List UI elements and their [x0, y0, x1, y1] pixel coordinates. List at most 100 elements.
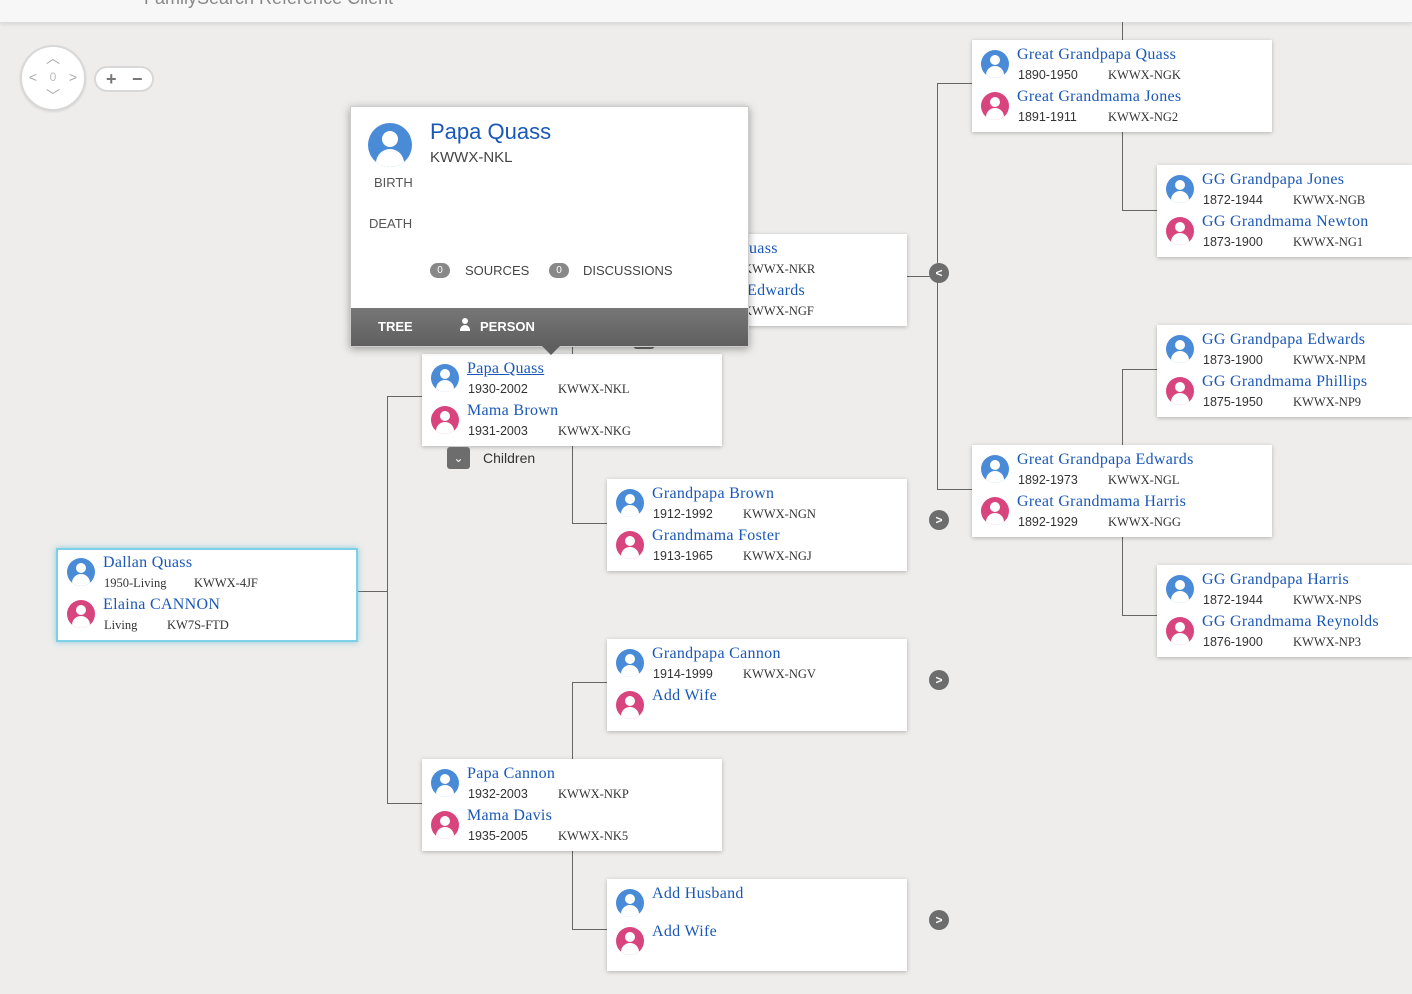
connector [937, 83, 972, 84]
person-id: KWWX-4JF [194, 576, 258, 590]
female-avatar-icon [431, 406, 459, 434]
person-id: KWWX-NKG [558, 424, 631, 438]
pan-center-label[interactable]: 0 [46, 70, 60, 84]
person-id: KWWX-NPM [1293, 353, 1366, 367]
wife-row: Great Grandmama Jones 1891-1911 KWWX-NG2 [972, 86, 1272, 128]
person-name-link[interactable]: Mama Davis [467, 807, 552, 825]
couple-card-gg-grandpapa-jones[interactable]: GG Grandpapa Jones 1872-1944 KWWX-NGB GG… [1157, 165, 1412, 257]
person-name-link[interactable]: Great Grandpapa Quass [1017, 46, 1176, 64]
person-name-link[interactable]: uass [749, 240, 778, 258]
person-id: KWWX-NPS [1293, 593, 1362, 607]
wife-row: Mama Davis 1935-2005 KWWX-NK5 [422, 805, 722, 847]
person-id: KWWX-NG1 [1293, 235, 1364, 249]
male-avatar-icon [431, 769, 459, 797]
person-name-link[interactable]: Papa Quass [467, 360, 544, 378]
person-name-link[interactable]: Dallan Quass [103, 554, 192, 572]
person-name-link[interactable]: Elaina CANNON [103, 596, 220, 614]
couple-card-papa-quass[interactable]: Papa Quass 1930-2002 KWWX-NKL Mama Brown… [422, 354, 722, 446]
popup-pointer [542, 346, 560, 355]
collapse-ancestors-button[interactable]: < [929, 263, 949, 283]
husband-row: Great Grandpapa Quass 1890-1950 KWWX-NGK [972, 44, 1272, 86]
pan-left-icon[interactable]: < [26, 70, 40, 84]
person-id: KWWX-NKP [558, 787, 629, 801]
expand-ancestors-button[interactable]: > [929, 910, 949, 930]
person-lifespan: Living [104, 618, 138, 632]
husband-row: Grandpapa Cannon 1914-1999 KWWX-NGV [607, 643, 907, 685]
connector [1122, 131, 1123, 211]
add-husband-link[interactable]: Add Husband [652, 885, 744, 903]
couple-card-root[interactable]: Dallan Quass 1950-Living KWWX-4JF Elaina… [56, 548, 358, 642]
children-label[interactable]: Children [483, 450, 535, 466]
couple-card-grandpapa-cannon[interactable]: Grandpapa Cannon 1914-1999 KWWX-NGV Add … [607, 639, 907, 731]
couple-card-great-grandpapa-quass[interactable]: Great Grandpapa Quass 1890-1950 KWWX-NGK… [972, 40, 1272, 132]
birth-label: BIRTH [374, 175, 413, 190]
discussions-link[interactable]: DISCUSSIONS [583, 263, 673, 278]
popup-person-name[interactable]: Papa Quass [430, 119, 551, 145]
male-avatar-icon [1166, 175, 1194, 203]
connector [387, 396, 388, 804]
person-lifespan: 1890-1950 [1018, 68, 1078, 82]
person-lifespan: 1875-1950 [1203, 395, 1263, 409]
husband-row: Dallan Quass 1950-Living KWWX-4JF [58, 552, 356, 594]
couple-card-great-grandpapa-edwards[interactable]: Great Grandpapa Edwards 1892-1973 KWWX-N… [972, 445, 1272, 537]
wife-row: Great Grandmama Harris 1892-1929 KWWX-NG… [972, 491, 1272, 533]
person-name-link[interactable]: GG Grandmama Newton [1202, 213, 1369, 231]
person-name-link[interactable]: Great Grandmama Jones [1017, 88, 1181, 106]
husband-row: GG Grandpapa Jones 1872-1944 KWWX-NGB [1157, 169, 1412, 211]
person-name-link[interactable]: Grandmama Foster [652, 527, 780, 545]
person-name-link[interactable]: Papa Cannon [467, 765, 555, 783]
person-name-link[interactable]: GG Grandmama Reynolds [1202, 613, 1379, 631]
person-lifespan: 1891-1911 [1018, 110, 1077, 124]
connector [572, 682, 607, 683]
person-id: KWWX-NK5 [558, 829, 629, 843]
sources-link[interactable]: SOURCES [465, 263, 529, 278]
add-wife-link[interactable]: Add Wife [652, 687, 717, 705]
couple-card-grandpapa-brown[interactable]: Grandpapa Brown 1912-1992 KWWX-NGN Grand… [607, 479, 907, 571]
person-lifespan: 1872-1944 [1203, 593, 1263, 607]
person-id: KWWX-NKR [743, 262, 816, 276]
wife-row: GG Grandmama Phillips 1875-1950 KWWX-NP9 [1157, 371, 1412, 413]
person-lifespan: 1876-1900 [1203, 635, 1263, 649]
person-name-link[interactable]: Grandpapa Cannon [652, 645, 781, 663]
person-lifespan: 1873-1900 [1203, 235, 1263, 249]
husband-row: GG Grandpapa Harris 1872-1944 KWWX-NPS [1157, 569, 1412, 611]
female-avatar-icon [1166, 617, 1194, 645]
person-name-link[interactable]: GG Grandpapa Jones [1202, 171, 1344, 189]
couple-card-gg-grandpapa-edwards[interactable]: GG Grandpapa Edwards 1873-1900 KWWX-NPM … [1157, 325, 1412, 417]
tab-person[interactable]: PERSON [480, 319, 877, 361]
person-name-link[interactable]: GG Grandpapa Edwards [1202, 331, 1365, 349]
couple-card-papa-cannon[interactable]: Papa Cannon 1932-2003 KWWX-NKP Mama Davi… [422, 759, 722, 851]
connector [1122, 369, 1157, 370]
person-name-link[interactable]: Great Grandpapa Edwards [1017, 451, 1194, 469]
male-avatar-icon [1166, 575, 1194, 603]
pan-up-icon[interactable]: ︿ [46, 51, 60, 65]
person-name-link[interactable]: Grandpapa Brown [652, 485, 774, 503]
zoom-out-button[interactable]: − [132, 70, 143, 88]
person-name-link[interactable]: Mama Brown [467, 402, 558, 420]
person-name-link[interactable]: GG Grandpapa Harris [1202, 571, 1349, 589]
wife-row: Add Wife [607, 685, 907, 727]
pan-down-icon[interactable]: ﹀ [46, 89, 60, 103]
person-name-link[interactable]: Edwards [747, 282, 805, 300]
tab-tree[interactable]: TREE [378, 319, 413, 334]
chevron-down-icon[interactable]: ⌄ [447, 447, 470, 469]
couple-card-gg-grandpapa-harris[interactable]: GG Grandpapa Harris 1872-1944 KWWX-NPS G… [1157, 565, 1412, 657]
add-wife-link[interactable]: Add Wife [652, 923, 717, 941]
person-name-link[interactable]: Great Grandmama Harris [1017, 493, 1186, 511]
female-avatar-icon [67, 600, 95, 628]
male-avatar-icon [368, 123, 412, 167]
pan-control[interactable]: ︿ < 0 > ﹀ [20, 45, 86, 111]
person-name-link[interactable]: GG Grandmama Phillips [1202, 373, 1367, 391]
person-id: KWWX-NGN [743, 507, 816, 521]
connector [387, 396, 422, 397]
zoom-in-button[interactable]: + [106, 70, 117, 88]
discussions-count-badge: 0 [549, 263, 569, 278]
pan-right-icon[interactable]: > [66, 70, 80, 84]
person-id: KWWX-NGJ [743, 549, 812, 563]
person-id: KW7S-FTD [167, 618, 229, 632]
expand-ancestors-button[interactable]: > [929, 510, 949, 530]
person-lifespan: 1930-2002 [468, 382, 528, 396]
couple-card-add-parents[interactable]: Add Husband Add Wife [607, 879, 907, 971]
expand-ancestors-button[interactable]: > [929, 670, 949, 690]
person-id: KWWX-NG2 [1108, 110, 1179, 124]
